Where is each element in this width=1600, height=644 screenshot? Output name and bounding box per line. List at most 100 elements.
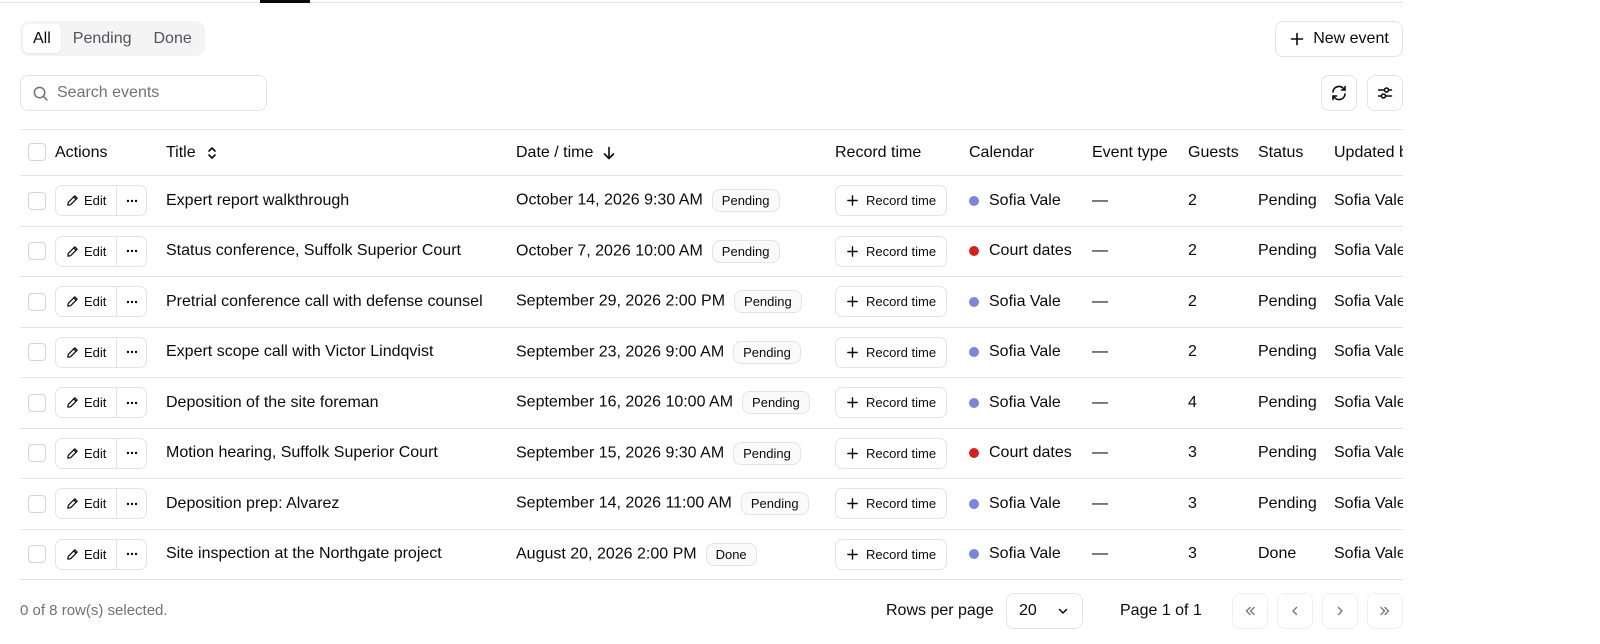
record-time-cell: Record time: [835, 327, 969, 378]
more-actions-button[interactable]: [116, 287, 146, 317]
event-title[interactable]: Expert scope call with Victor Lindqvist: [166, 327, 516, 378]
edit-button[interactable]: Edit: [56, 237, 116, 266]
chevron-down-icon: [1058, 608, 1068, 614]
row-checkbox[interactable]: [28, 393, 46, 412]
row-checkbox[interactable]: [28, 494, 46, 513]
more-actions-button[interactable]: [116, 438, 146, 468]
record-time-button[interactable]: Record time: [835, 336, 948, 368]
filter-tab-all[interactable]: All: [23, 24, 61, 53]
updated-by: Sofia Vale: [1334, 478, 1403, 530]
record-time-button[interactable]: Record time: [835, 286, 948, 318]
guest-count: 2: [1188, 276, 1258, 328]
event-title[interactable]: Deposition prep: Alvarez: [166, 478, 516, 530]
event-date-cell: October 7, 2026 10:00 AM Pending: [516, 226, 835, 277]
row-select-cell: [20, 428, 55, 479]
event-status-badge: Pending: [711, 239, 780, 263]
row-checkbox[interactable]: [28, 343, 46, 362]
more-actions-button[interactable]: [116, 388, 146, 418]
event-title[interactable]: Site inspection at the Northgate project: [166, 529, 516, 580]
event-title[interactable]: Motion hearing, Suffolk Superior Court: [166, 428, 516, 479]
table-row[interactable]: Edit Deposition of the site foreman Sept…: [20, 377, 1403, 429]
next-page-button[interactable]: [1322, 593, 1358, 629]
edit-button[interactable]: Edit: [56, 540, 116, 569]
event-title[interactable]: Expert report walkthrough: [166, 175, 516, 227]
row-checkbox[interactable]: [28, 292, 46, 311]
sort-unsorted-icon: [207, 146, 216, 159]
event-title[interactable]: Pretrial conference call with defense co…: [166, 276, 516, 328]
previous-page-button[interactable]: [1277, 593, 1313, 629]
column-header-guests: Guests: [1188, 129, 1258, 176]
event-type: —: [1092, 428, 1188, 479]
table-row[interactable]: Edit Expert report walkthrough October 1…: [20, 175, 1403, 227]
row-checkbox[interactable]: [28, 444, 46, 463]
event-date: September 23, 2026 9:00 AM: [516, 343, 725, 361]
more-actions-button[interactable]: [116, 236, 146, 266]
new-event-label: New event: [1313, 30, 1389, 47]
calendar-color-dot: [969, 296, 979, 307]
more-actions-button[interactable]: [116, 539, 146, 569]
column-header-title[interactable]: Title: [166, 129, 516, 176]
selection-summary: 0 of 8 row(s) selected.: [20, 602, 168, 619]
ellipsis-icon: [126, 199, 138, 202]
event-status-badge: Pending: [740, 492, 809, 516]
ellipsis-icon: [126, 452, 138, 455]
event-date: October 14, 2026 9:30 AM: [516, 191, 703, 209]
table-row[interactable]: Edit Expert scope call with Victor Lindq…: [20, 327, 1403, 378]
row-actions-cell: Edit: [55, 529, 166, 580]
calendar-name: Sofia Vale: [989, 545, 1061, 563]
row-select-cell: [20, 175, 55, 227]
select-all-checkbox[interactable]: [28, 143, 46, 162]
calendar-color-dot: [969, 246, 979, 257]
guest-count: 3: [1188, 478, 1258, 530]
record-time-button[interactable]: Record time: [835, 437, 948, 469]
ellipsis-icon: [126, 250, 138, 253]
ellipsis-icon: [126, 300, 138, 303]
record-time-button[interactable]: Record time: [835, 387, 948, 419]
more-actions-button[interactable]: [116, 337, 146, 367]
column-header-date-time[interactable]: Date / time: [516, 129, 835, 176]
first-page-button[interactable]: [1232, 593, 1268, 629]
ellipsis-icon: [126, 401, 138, 404]
edit-button[interactable]: Edit: [56, 186, 116, 215]
more-actions-button[interactable]: [116, 186, 146, 216]
table-row[interactable]: Edit Site inspection at the Northgate pr…: [20, 529, 1403, 580]
calendar-name: Court dates: [989, 444, 1072, 462]
event-date-cell: September 29, 2026 2:00 PM Pending: [516, 276, 835, 328]
record-time-cell: Record time: [835, 276, 969, 328]
filter-tab-done[interactable]: Done: [144, 24, 202, 53]
filter-tab-pending[interactable]: Pending: [63, 24, 142, 53]
record-time-button[interactable]: Record time: [835, 538, 948, 570]
table-row[interactable]: Edit Pretrial conference call with defen…: [20, 276, 1403, 328]
search-input[interactable]: [57, 84, 247, 102]
table-row[interactable]: Edit Deposition prep: Alvarez September …: [20, 478, 1403, 530]
row-checkbox[interactable]: [28, 242, 46, 261]
calendar-cell: Court dates: [969, 226, 1092, 277]
new-event-button[interactable]: New event: [1275, 21, 1403, 57]
row-action-group: Edit: [55, 185, 148, 217]
event-date-cell: September 16, 2026 10:00 AM Pending: [516, 377, 835, 429]
rows-per-page-select[interactable]: 20: [1006, 593, 1083, 629]
more-actions-button[interactable]: [116, 489, 146, 519]
edit-button[interactable]: Edit: [56, 338, 116, 367]
event-title[interactable]: Status conference, Suffolk Superior Cour…: [166, 226, 516, 277]
edit-button[interactable]: Edit: [56, 439, 116, 468]
edit-button[interactable]: Edit: [56, 287, 116, 316]
table-row[interactable]: Edit Motion hearing, Suffolk Superior Co…: [20, 428, 1403, 479]
edit-button[interactable]: Edit: [56, 489, 116, 518]
event-date: September 29, 2026 2:00 PM: [516, 292, 726, 310]
record-time-button[interactable]: Record time: [835, 235, 948, 267]
last-page-button[interactable]: [1367, 593, 1403, 629]
table-row[interactable]: Edit Status conference, Suffolk Superior…: [20, 226, 1403, 277]
row-checkbox[interactable]: [28, 545, 46, 564]
record-time-button[interactable]: Record time: [835, 488, 948, 520]
row-checkbox[interactable]: [28, 191, 46, 210]
view-options-button[interactable]: [1367, 75, 1403, 111]
row-select-cell: [20, 226, 55, 277]
record-time-button[interactable]: Record time: [835, 185, 948, 217]
event-title[interactable]: Deposition of the site foreman: [166, 377, 516, 429]
edit-button[interactable]: Edit: [56, 388, 116, 417]
events-table: Actions Title Date / time Record time Ca…: [20, 129, 1403, 580]
refresh-button[interactable]: [1321, 75, 1357, 111]
pencil-icon: [67, 296, 78, 307]
record-time-label: Record time: [866, 496, 937, 512]
